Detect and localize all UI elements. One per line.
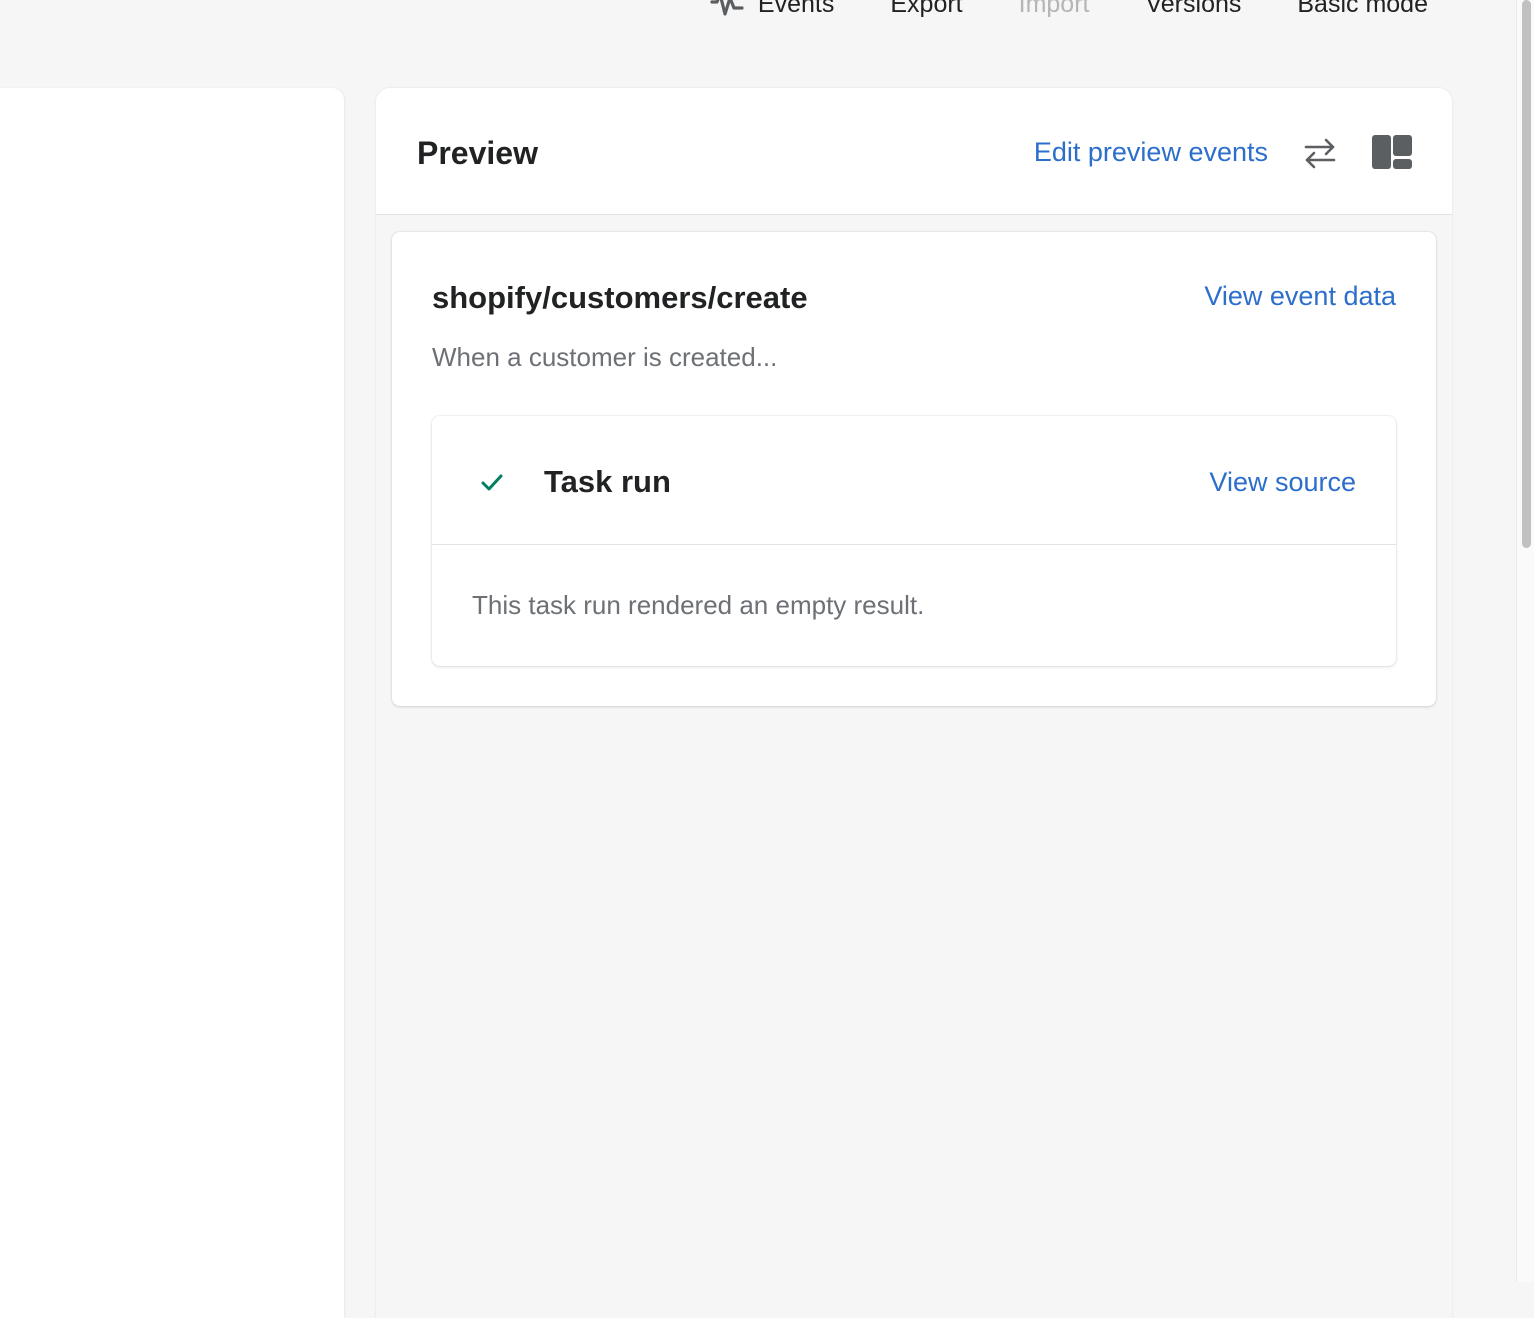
- preview-header: Preview Edit preview events: [376, 88, 1452, 215]
- basic-mode-button[interactable]: Basic mode: [1297, 0, 1428, 19]
- basic-mode-label: Basic mode: [1297, 0, 1428, 18]
- preview-title: Preview: [417, 135, 538, 171]
- top-nav: Events Export Import Versions Basic mode: [710, 0, 1428, 19]
- import-label: Import: [1018, 0, 1090, 18]
- task-run-title: Task run: [544, 464, 671, 499]
- view-source-link[interactable]: View source: [1209, 467, 1356, 498]
- versions-label: Versions: [1145, 0, 1242, 18]
- event-subtitle: When a customer is created...: [432, 342, 778, 372]
- activity-icon: [710, 0, 744, 16]
- editor-panel: [0, 88, 344, 1318]
- versions-button[interactable]: Versions: [1145, 0, 1241, 19]
- task-run-result: This task run rendered an empty result.: [472, 590, 925, 620]
- scrollbar-thumb[interactable]: [1522, 0, 1531, 548]
- event-title: shopify/customers/create: [432, 280, 808, 315]
- top-bar: Events Export Import Versions Basic mode: [0, 0, 1516, 60]
- events-label: Events: [757, 0, 835, 18]
- export-label: Export: [890, 0, 963, 18]
- layout-icon[interactable]: [1371, 134, 1413, 170]
- event-card: shopify/customers/create View event data…: [392, 232, 1436, 706]
- preview-panel: Preview Edit preview events shopify/cust…: [376, 88, 1452, 1318]
- view-event-data-link[interactable]: View event data: [1204, 281, 1396, 312]
- export-button[interactable]: Export: [890, 0, 962, 19]
- import-button[interactable]: Import: [1019, 0, 1090, 19]
- task-run-card: Task run View source This task run rende…: [432, 416, 1396, 666]
- scrollbar[interactable]: [1516, 0, 1534, 1282]
- edit-preview-events-link[interactable]: Edit preview events: [1034, 137, 1268, 168]
- swap-arrows-icon[interactable]: [1303, 136, 1337, 170]
- events-button[interactable]: Events: [710, 0, 834, 19]
- check-icon: [481, 474, 503, 491]
- task-run-header: Task run View source: [432, 416, 1396, 545]
